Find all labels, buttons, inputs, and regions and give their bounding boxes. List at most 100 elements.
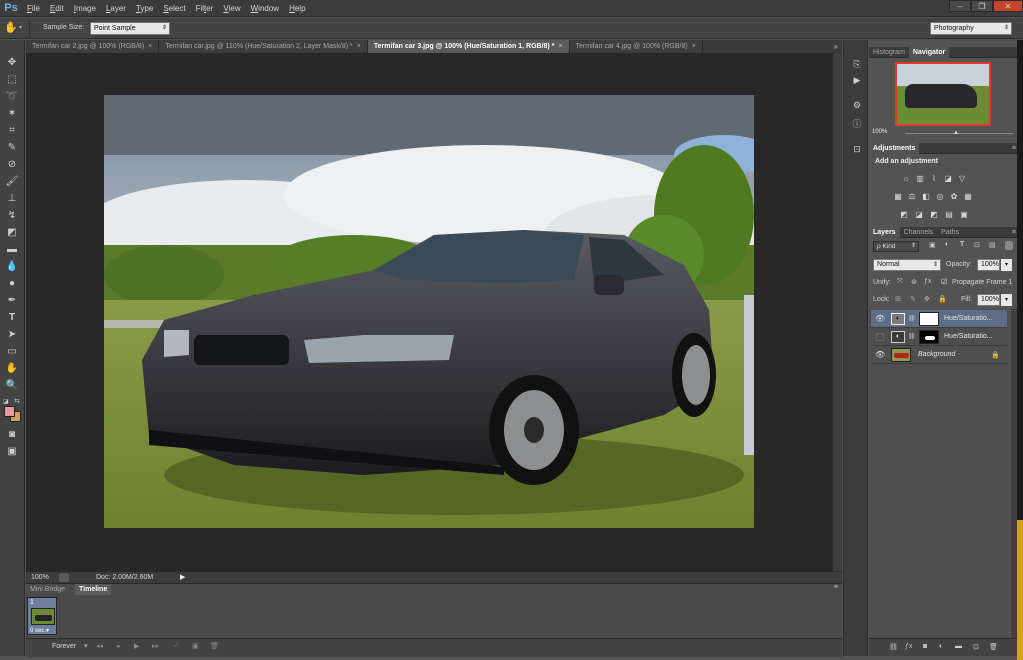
- levels-icon[interactable]: ▥: [915, 174, 925, 183]
- close-icon[interactable]: ×: [148, 43, 152, 50]
- navigator-zoom[interactable]: 100%: [872, 129, 887, 135]
- unify-style-icon[interactable]: ƒx: [924, 278, 931, 285]
- brightness-contrast-icon[interactable]: ☼: [901, 174, 911, 183]
- tab-channels[interactable]: Channels: [900, 227, 938, 238]
- type-tool-icon[interactable]: T: [4, 311, 20, 325]
- previous-frame-icon[interactable]: ◂: [116, 642, 120, 650]
- default-colors-icon[interactable]: ◪: [3, 398, 9, 405]
- tab-termifan-car-2[interactable]: Termifan car 2.jpg @ 100% (RGB/8) ×: [26, 40, 160, 53]
- clone-stamp-tool-icon[interactable]: ⊥: [4, 192, 20, 206]
- preset-dropdown-arrow-icon[interactable]: ▾: [19, 24, 22, 31]
- chevron-down-icon[interactable]: ▾: [84, 642, 88, 650]
- hidden-visibility-box[interactable]: [876, 333, 884, 341]
- zoom-slider[interactable]: [905, 133, 1013, 134]
- threshold-icon[interactable]: ◩: [929, 210, 939, 219]
- minimize-button[interactable]: –: [949, 0, 971, 12]
- menu-item[interactable]: Edit: [45, 4, 69, 13]
- color-balance-icon[interactable]: ⚖: [907, 192, 917, 201]
- restore-button[interactable]: ❐: [971, 0, 993, 12]
- eraser-tool-icon[interactable]: ◩: [4, 226, 20, 240]
- layer-name[interactable]: Hue/Saturatio...: [944, 310, 1008, 328]
- menu-item[interactable]: View: [218, 4, 245, 13]
- invert-icon[interactable]: ◩: [899, 210, 909, 219]
- fill-dropdown-icon[interactable]: ▾: [1001, 294, 1012, 306]
- menu-item[interactable]: Help: [284, 4, 310, 13]
- crop-tool-icon[interactable]: ⌗: [4, 124, 20, 138]
- zoom-level[interactable]: 100%: [31, 574, 49, 581]
- photo-filter-icon[interactable]: ◎: [935, 192, 945, 201]
- tab-adjustments[interactable]: Adjustments: [869, 143, 920, 154]
- actions-icon[interactable]: ▶: [851, 74, 863, 86]
- menu-item[interactable]: Window: [246, 4, 284, 13]
- pixel-filter-icon[interactable]: ▣: [929, 241, 936, 249]
- delete-frame-icon[interactable]: 🗑: [210, 642, 219, 650]
- menu-item[interactable]: Layer: [101, 4, 131, 13]
- new-layer-icon[interactable]: ⊡: [973, 643, 979, 651]
- layer-row[interactable]: 👁 Background 🔒: [871, 346, 1007, 364]
- navigator-preview[interactable]: [895, 62, 991, 126]
- dodge-tool-icon[interactable]: ●: [4, 277, 20, 291]
- tween-icon[interactable]: ⟋: [174, 642, 179, 650]
- layer-name[interactable]: Background: [918, 346, 988, 364]
- exposure-icon[interactable]: ◪: [943, 174, 953, 183]
- color-lookup-icon[interactable]: ▦: [963, 192, 973, 201]
- gradient-tool-icon[interactable]: ▬: [4, 243, 20, 257]
- shape-filter-icon[interactable]: ⊡: [974, 241, 980, 249]
- panel-menu-icon[interactable]: ≡: [834, 584, 838, 591]
- close-icon[interactable]: ×: [692, 43, 696, 50]
- close-button[interactable]: ✕: [993, 0, 1023, 12]
- tab-layers[interactable]: Layers: [869, 227, 900, 238]
- unify-visibility-icon[interactable]: ⊛: [911, 278, 917, 286]
- selective-color-icon[interactable]: ▣: [959, 210, 969, 219]
- layer-mask-thumbnail[interactable]: [919, 312, 939, 326]
- screen-mode-icon[interactable]: ▣: [4, 445, 20, 459]
- lock-image-icon[interactable]: ✎: [910, 295, 916, 303]
- move-tool-icon[interactable]: ✥: [4, 56, 20, 70]
- status-menu-icon[interactable]: [59, 573, 69, 582]
- sample-size-select[interactable]: Point Sample ⇕: [90, 22, 170, 35]
- lasso-tool-icon[interactable]: ➰: [4, 90, 20, 104]
- chain-link-icon[interactable]: ⛓: [908, 333, 916, 340]
- layer-row[interactable]: 👁 ◐ ⛓ Hue/Saturatio...: [871, 310, 1007, 328]
- propagate-checkbox[interactable]: ☑: [941, 278, 947, 286]
- workspace-select[interactable]: Photography ⇕: [930, 22, 1012, 35]
- play-icon[interactable]: ▶: [134, 642, 139, 650]
- tab-timeline[interactable]: Timeline: [75, 584, 112, 595]
- zoom-slider-thumb-icon[interactable]: ▲: [953, 130, 959, 136]
- pen-tool-icon[interactable]: ✒: [4, 294, 20, 308]
- layer-filter-kind[interactable]: ρ Kind ⇕: [873, 241, 919, 252]
- layer-thumbnail[interactable]: [891, 348, 911, 362]
- properties-icon[interactable]: ⚙: [851, 99, 863, 111]
- hand-tool-preset-icon[interactable]: ✋: [4, 21, 18, 35]
- eye-icon[interactable]: 👁: [875, 314, 885, 324]
- layer-style-icon[interactable]: ƒx: [905, 643, 912, 650]
- zoom-tool-icon[interactable]: 🔍: [4, 379, 20, 393]
- blend-mode-select[interactable]: Normal ⇕: [873, 259, 941, 271]
- link-layers-icon[interactable]: ⛓: [889, 643, 898, 651]
- frame-delay[interactable]: 0 sec.▾: [30, 627, 49, 634]
- magic-wand-tool-icon[interactable]: ✶: [4, 107, 20, 121]
- new-adjustment-icon[interactable]: ◐: [939, 643, 943, 650]
- menu-item[interactable]: Image: [69, 4, 101, 13]
- history-brush-tool-icon[interactable]: ↯: [4, 209, 20, 223]
- filter-toggle[interactable]: [1005, 241, 1013, 250]
- tab-termifan-car-4[interactable]: Termifan car 4.jpg @ 100% (RGB/8) ×: [569, 40, 703, 53]
- tab-overflow-icon[interactable]: »: [834, 40, 838, 53]
- hue-saturation-icon[interactable]: ▦: [893, 192, 903, 201]
- chain-link-icon[interactable]: ⛓: [908, 315, 916, 322]
- path-selection-tool-icon[interactable]: ➤: [4, 328, 20, 342]
- tool-presets-icon[interactable]: ⊡: [851, 143, 863, 155]
- menu-item[interactable]: Filter: [191, 4, 219, 13]
- frame-1[interactable]: 1 0 sec.▾: [27, 597, 57, 635]
- foreground-color-swatch[interactable]: [4, 406, 15, 417]
- tab-paths[interactable]: Paths: [937, 227, 963, 238]
- tab-histogram[interactable]: Histogram: [869, 47, 909, 58]
- black-white-icon[interactable]: ◧: [921, 192, 931, 201]
- lock-position-icon[interactable]: ✥: [924, 295, 930, 303]
- layer-mask-thumbnail[interactable]: [919, 330, 939, 344]
- adjustment-filter-icon[interactable]: ◐: [945, 241, 949, 248]
- new-group-icon[interactable]: ▬: [955, 643, 962, 650]
- add-mask-icon[interactable]: ◙: [923, 643, 927, 650]
- brush-tool-icon[interactable]: 🖌: [4, 175, 20, 189]
- menu-item[interactable]: Select: [158, 4, 190, 13]
